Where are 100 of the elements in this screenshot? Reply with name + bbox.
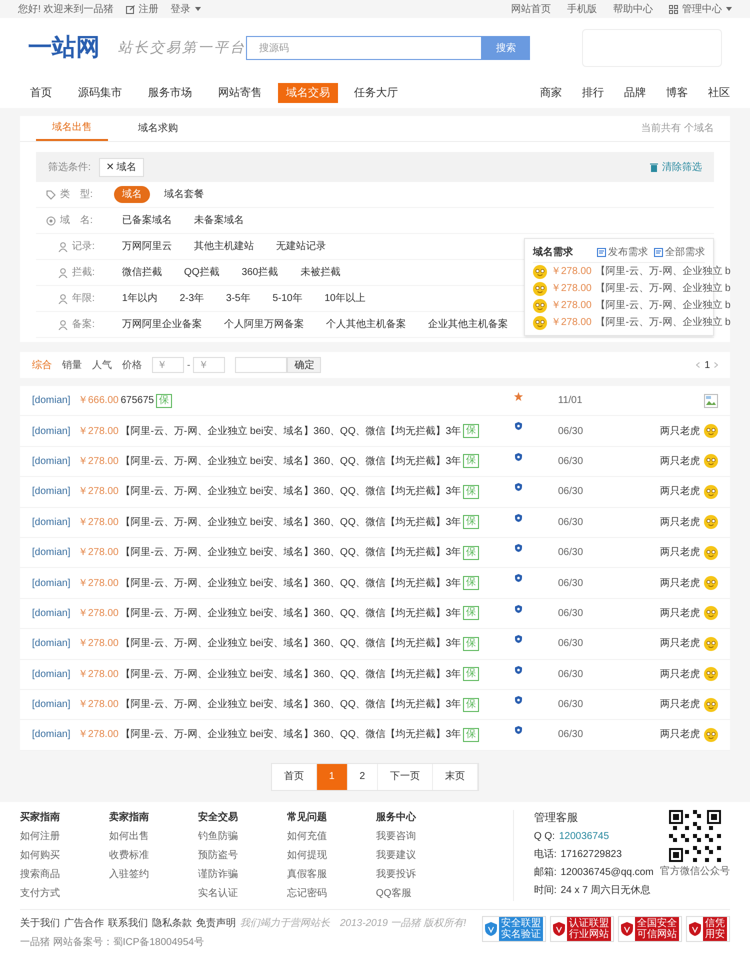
filter-option[interactable]: 2-3年 [172, 290, 212, 307]
footer-link[interactable]: 我要投诉 [376, 866, 465, 882]
category-link[interactable]: [domian] [32, 636, 78, 652]
filter-option[interactable]: 企业其他主机备案 [420, 316, 516, 333]
filter-option[interactable]: 无建站记录 [268, 238, 334, 255]
filter-option[interactable]: 未被拦截 [292, 264, 348, 281]
filter-option[interactable]: 1年以内 [114, 290, 166, 307]
nav-link[interactable]: 网站寄售 [208, 82, 272, 104]
tab[interactable]: 域名求购 [108, 116, 208, 141]
category-link[interactable]: [domian] [32, 576, 78, 591]
nav-link[interactable]: 首页 [20, 82, 62, 104]
qq-number-link[interactable]: 120036745 [558, 829, 610, 844]
footer-link[interactable]: 如何出售 [108, 828, 198, 844]
listing-title[interactable]: 【阿里-云、万-网、企业独立 bei安、域名】360、QQ、微信【均无拦截】3年 [120, 666, 462, 682]
page-link[interactable]: 下一页 [378, 764, 434, 790]
filter-option[interactable]: 万网阿里企业备案 [114, 316, 210, 333]
listing-row[interactable]: [domian] ￥666.00 675675 保 11/01 [20, 386, 730, 416]
footer-link[interactable]: 免责声明 [196, 916, 236, 931]
category-link[interactable]: [domian] [32, 424, 78, 439]
footer-link[interactable]: 钓鱼防骗 [198, 828, 287, 844]
listing-row[interactable]: [domian] ￥278.00 【阿里-云、万-网、企业独立 bei安、域名】360、QQ、微信【均无拦截】3年 保 06/30 两只老虎 [20, 416, 730, 447]
listing-row[interactable]: [domian] ￥278.00 【阿里-云、万-网、企业独立 bei安、域名】360、QQ、微信【均无拦截】3年 保 06/30 两只老虎 [20, 446, 730, 478]
listing-title[interactable]: 【阿里-云、万-网、企业独立 bei安、域名】360、QQ、微信【均无拦截】3年 [120, 545, 462, 560]
listing-title[interactable]: 【阿里-云、万-网、企业独立 bei安、域名】360、QQ、微信【均无拦截】3年 [120, 727, 462, 742]
all-demand-link[interactable]: 全部需求 [654, 245, 705, 260]
top-link[interactable]: 帮助中心 [613, 2, 653, 16]
filter-option[interactable]: 5-10年 [264, 290, 310, 307]
search-field[interactable]: 搜源码 [246, 36, 482, 60]
category-link[interactable]: [domian] [32, 393, 78, 408]
footer-link[interactable]: 如何提现 [286, 848, 376, 863]
category-link[interactable]: [domian] [32, 454, 78, 469]
top-link[interactable]: 网站首页 [511, 2, 551, 16]
filter-option[interactable]: 个人阿里万网备案 [216, 316, 312, 333]
admin-menu[interactable]: 管理中心 [669, 2, 732, 16]
footer-link[interactable]: 联系我们 [108, 916, 148, 931]
page-link[interactable]: 末页 [433, 764, 478, 790]
category-link[interactable]: [domian] [32, 606, 78, 621]
page-link[interactable]: 2 [348, 764, 378, 790]
footer-link[interactable]: 关于我们 [20, 916, 60, 931]
listing-row[interactable]: [domian] ￥278.00 【阿里-云、万-网、企业独立 bei安、域名】360、QQ、微信【均无拦截】3年 保 06/30 两只老虎 [20, 568, 730, 599]
footer-link[interactable]: 广告合作 [64, 916, 104, 931]
post-demand-link[interactable]: 发布需求 [597, 245, 648, 260]
sort-option[interactable]: 人气 [92, 358, 112, 372]
footer-link[interactable]: 谨防诈骗 [198, 866, 287, 882]
login-link[interactable]: 登录 [170, 2, 201, 16]
listing-title[interactable]: 【阿里-云、万-网、企业独立 bei安、域名】360、QQ、微信【均无拦截】3年 [120, 697, 462, 712]
listing-row[interactable]: [domian] ￥278.00 【阿里-云、万-网、企业独立 bei安、域名】360、QQ、微信【均无拦截】3年 保 06/30 两只老虎 [20, 477, 730, 508]
listing-title[interactable]: 【阿里-云、万-网、企业独立 bei安、域名】360、QQ、微信【均无拦截】3年 [120, 636, 462, 652]
filter-option[interactable]: 其他主机建站 [186, 238, 262, 255]
listing-row[interactable]: [domian] ￥278.00 【阿里-云、万-网、企业独立 bei安、域名】360、QQ、微信【均无拦截】3年 保 06/30 两只老虎 [20, 690, 730, 720]
listing-row[interactable]: [domian] ￥278.00 【阿里-云、万-网、企业独立 bei安、域名】360、QQ、微信【均无拦截】3年 保 06/30 两只老虎 [20, 660, 730, 690]
listing-row[interactable]: [domian] ￥278.00 【阿里-云、万-网、企业独立 bei安、域名】360、QQ、微信【均无拦截】3年 保 06/30 两只老虎 [20, 629, 730, 660]
nav-link[interactable]: 博客 [666, 84, 688, 102]
category-link[interactable]: [domian] [32, 697, 78, 712]
nav-link[interactable]: 排行 [582, 84, 604, 102]
max-price-field[interactable]: ￥ [193, 357, 226, 373]
footer-link[interactable]: 入驻签约 [108, 866, 198, 882]
filter-option[interactable]: 微信拦截 [114, 264, 170, 281]
nav-link[interactable]: 品牌 [624, 84, 646, 102]
nav-link[interactable]: 任务大厅 [344, 82, 408, 104]
category-link[interactable]: [domian] [32, 514, 78, 530]
footer-link[interactable]: 搜索商品 [20, 866, 109, 882]
filter-option[interactable]: 已备案域名 [114, 212, 180, 229]
demand-link[interactable]: 【阿里-云、万-网、企业独立 b [596, 298, 731, 313]
filter-option[interactable]: QQ拦截 [176, 264, 228, 281]
footer-link[interactable]: 实名认证 [198, 886, 287, 901]
footer-link[interactable]: 真假客服 [286, 866, 376, 882]
listing-title[interactable]: 675675 [120, 393, 154, 408]
nav-link[interactable]: 社区 [708, 84, 730, 102]
nav-link[interactable]: 源码集市 [68, 82, 132, 104]
listing-title[interactable]: 【阿里-云、万-网、企业独立 bei安、域名】360、QQ、微信【均无拦截】3年 [120, 484, 462, 500]
sort-option[interactable]: 销量 [62, 358, 82, 372]
category-link[interactable]: [domian] [32, 545, 78, 560]
min-price-field[interactable]: ￥ [152, 357, 184, 373]
demand-link[interactable]: 【阿里-云、万-网、企业独立 b [596, 315, 731, 330]
listing-title[interactable]: 【阿里-云、万-网、企业独立 bei安、域名】360、QQ、微信【均无拦截】3年 [120, 606, 462, 621]
top-link[interactable]: 手机版 [567, 2, 597, 16]
listing-row[interactable]: [domian] ￥278.00 【阿里-云、万-网、企业独立 bei安、域名】360、QQ、微信【均无拦截】3年 保 06/30 两只老虎 [20, 720, 730, 751]
footer-link[interactable]: 我要建议 [376, 848, 465, 863]
listing-title[interactable]: 【阿里-云、万-网、企业独立 bei安、域名】360、QQ、微信【均无拦截】3年 [120, 424, 462, 439]
footer-link[interactable]: 如何充值 [286, 828, 376, 844]
filter-option[interactable]: 10年以上 [316, 290, 374, 307]
filter-chip[interactable]: ✕ 域名 [98, 158, 144, 176]
listing-title[interactable]: 【阿里-云、万-网、企业独立 bei安、域名】360、QQ、微信【均无拦截】3年 [120, 514, 462, 530]
footer-link[interactable]: 收费标准 [108, 848, 198, 863]
listing-row[interactable]: [domian] ￥278.00 【阿里-云、万-网、企业独立 bei安、域名】360、QQ、微信【均无拦截】3年 保 06/30 两只老虎 [20, 598, 730, 630]
clear-filter-link[interactable]: 清除筛选 [650, 160, 702, 174]
footer-link[interactable]: 如何注册 [20, 828, 109, 844]
confirm-button[interactable]: 确定 [287, 357, 322, 373]
filter-option[interactable]: 个人其他主机备案 [318, 316, 414, 333]
listing-row[interactable]: [domian] ￥278.00 【阿里-云、万-网、企业独立 bei安、域名】360、QQ、微信【均无拦截】3年 保 06/30 两只老虎 [20, 538, 730, 568]
site-logo[interactable]: 一站网 [28, 30, 118, 66]
filter-option[interactable]: 360拦截 [234, 264, 286, 281]
footer-link[interactable]: 我要咨询 [376, 828, 465, 844]
register-link[interactable]: 注册 [126, 2, 159, 16]
footer-link[interactable]: 预防盗号 [198, 848, 287, 863]
filter-option[interactable]: 域名套餐 [156, 186, 212, 203]
footer-link[interactable]: 隐私条款 [152, 916, 192, 931]
listing-title[interactable]: 【阿里-云、万-网、企业独立 bei安、域名】360、QQ、微信【均无拦截】3年 [120, 454, 462, 469]
category-link[interactable]: [domian] [32, 666, 78, 682]
